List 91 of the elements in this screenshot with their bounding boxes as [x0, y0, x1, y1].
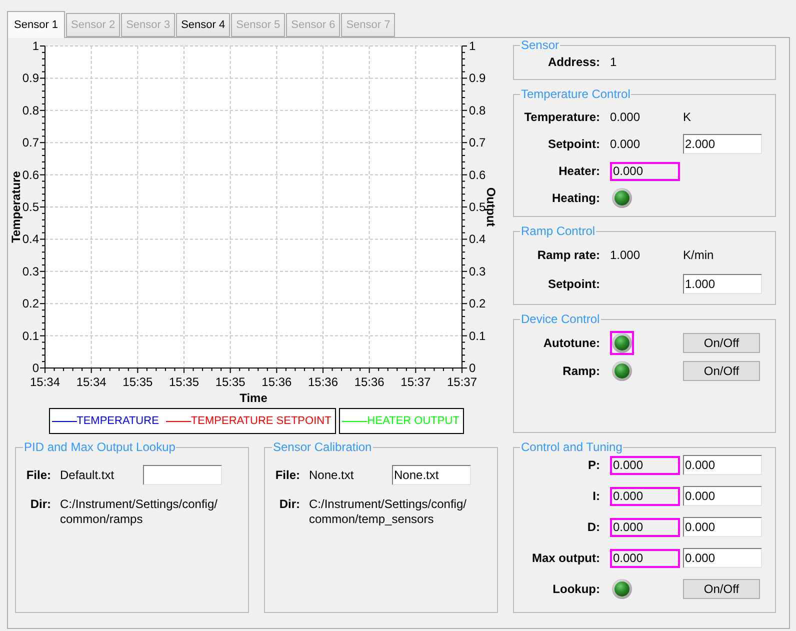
axis-tick-label: 15:34 [30, 375, 60, 389]
readout-field: 0.000 [610, 456, 680, 474]
axis-tick-label: 15:35 [122, 375, 153, 389]
axis-tick-label: 0.1 [22, 328, 39, 343]
toggle-button[interactable]: On/Off [683, 333, 760, 353]
tab[interactable]: Sensor 4 [176, 13, 230, 37]
legend-label: TEMPERATURE [76, 415, 159, 427]
group-title: Sensor [520, 38, 560, 52]
axis-tick-label: 15:34 [76, 375, 106, 389]
legend-label: TEMPERATURE SETPOINT [190, 415, 332, 427]
axis-tick-label: 0.7 [469, 136, 486, 150]
axis-tick-label: 1 [469, 39, 476, 53]
file-name: Default.txt [60, 468, 116, 482]
input-field[interactable] [143, 465, 222, 485]
readout-field: 0.000 [610, 518, 680, 536]
axis-tick-label: 15:36 [354, 375, 384, 389]
input-field[interactable]: 1.000 [683, 274, 762, 294]
field-label: Heater: [558, 164, 600, 178]
group-title: PID and Max Output Lookup [23, 440, 176, 454]
field-label: Lookup: [552, 582, 600, 596]
input-field[interactable]: 0.000 [683, 548, 762, 568]
field-label: Dir: [30, 497, 51, 512]
readout-field: 0.000 [610, 548, 680, 568]
field-label: Autotune: [543, 336, 600, 350]
legend-label: HEATER OUTPUT [367, 415, 460, 427]
field-label: Ramp: [562, 364, 600, 378]
field-label: P: [588, 458, 600, 472]
axis-tick-label: 0.5 [469, 200, 486, 214]
field-label: Ramp rate: [537, 248, 600, 262]
axis-title: Time [240, 391, 268, 405]
input-field[interactable]: 0.000 [683, 486, 762, 506]
axis-tick-label: 0.9 [469, 71, 486, 86]
axis-tick-label: 0.3 [22, 264, 39, 278]
value-text: 0.000 [610, 137, 640, 151]
input-field[interactable]: 0.000 [683, 517, 762, 537]
axis-tick-label: 0.3 [469, 264, 486, 278]
group-title: Control and Tuning [520, 440, 624, 454]
value-text: 0.000 [610, 110, 640, 124]
axis-tick-label: 0.8 [22, 103, 39, 118]
axis-tick-label: 15:37 [446, 375, 478, 389]
field-label: I: [592, 489, 600, 503]
unit-label: K [683, 110, 692, 124]
axis-tick-label: 15:36 [308, 375, 338, 389]
field-label: File: [275, 468, 300, 482]
value-text: 1.000 [610, 248, 640, 262]
axis-tick-label: 0.9 [22, 71, 39, 86]
input-field[interactable]: 0.000 [683, 455, 762, 475]
input-field[interactable]: None.txt [392, 465, 471, 485]
field-label: Temperature: [524, 110, 600, 124]
axis-tick-label: 15:35 [168, 375, 200, 389]
toggle-button[interactable]: On/Off [683, 361, 760, 381]
axis-tick-label: 0.6 [469, 168, 486, 182]
field-label: Setpoint: [548, 137, 600, 151]
field-label: Dir: [279, 497, 300, 512]
axis-tick-label: 1 [32, 39, 39, 53]
field-label: File: [26, 468, 51, 482]
readout-field: 0.000 [610, 486, 680, 506]
axis-tick-label: 0.6 [22, 168, 39, 182]
axis-tick-label: 0.7 [22, 136, 39, 150]
field-label: D: [587, 520, 600, 534]
field-label: Setpoint: [548, 277, 600, 291]
axis-tick-label: 15:35 [215, 375, 246, 389]
axis-tick-label: 0.2 [22, 296, 39, 311]
value-text: 1 [610, 55, 617, 69]
axis-tick-label: 15:37 [400, 375, 431, 389]
axis-tick-label: 0 [32, 361, 39, 375]
directory-path: C:/Instrument/Settings/config/common/temp_sensors [309, 497, 468, 527]
unit-label: K/min [683, 248, 714, 262]
group-title: Temperature Control [520, 87, 632, 101]
group-title: Sensor Calibration [272, 440, 373, 454]
axis-tick-label: 15:36 [262, 375, 292, 389]
axis-tick-label: 0 [469, 361, 476, 375]
axis-tick-label: 0.8 [469, 103, 486, 118]
toggle-button[interactable]: On/Off [683, 579, 760, 599]
readout-field: 0.000 [610, 162, 680, 180]
input-field[interactable]: 2.000 [683, 134, 762, 154]
axis-tick-label: 0.4 [22, 232, 39, 246]
axis-tick-label: 0.4 [469, 232, 486, 246]
field-label: Heating: [552, 191, 600, 205]
axis-title: Temperature [9, 171, 23, 243]
axis-tick-label: 0.1 [469, 328, 486, 343]
tab[interactable]: Sensor 1 [7, 11, 66, 38]
field-label: Max output: [532, 551, 600, 565]
directory-path: C:/Instrument/Settings/config/common/ramps [60, 497, 218, 527]
group-title: Device Control [520, 312, 601, 326]
field-label: Address: [548, 55, 600, 69]
group-title: Ramp Control [520, 224, 596, 238]
axis-tick-label: 0.2 [469, 296, 486, 311]
axis-tick-label: 0.5 [22, 200, 39, 214]
file-name: None.txt [309, 468, 355, 482]
axis-title: Output [484, 187, 498, 227]
